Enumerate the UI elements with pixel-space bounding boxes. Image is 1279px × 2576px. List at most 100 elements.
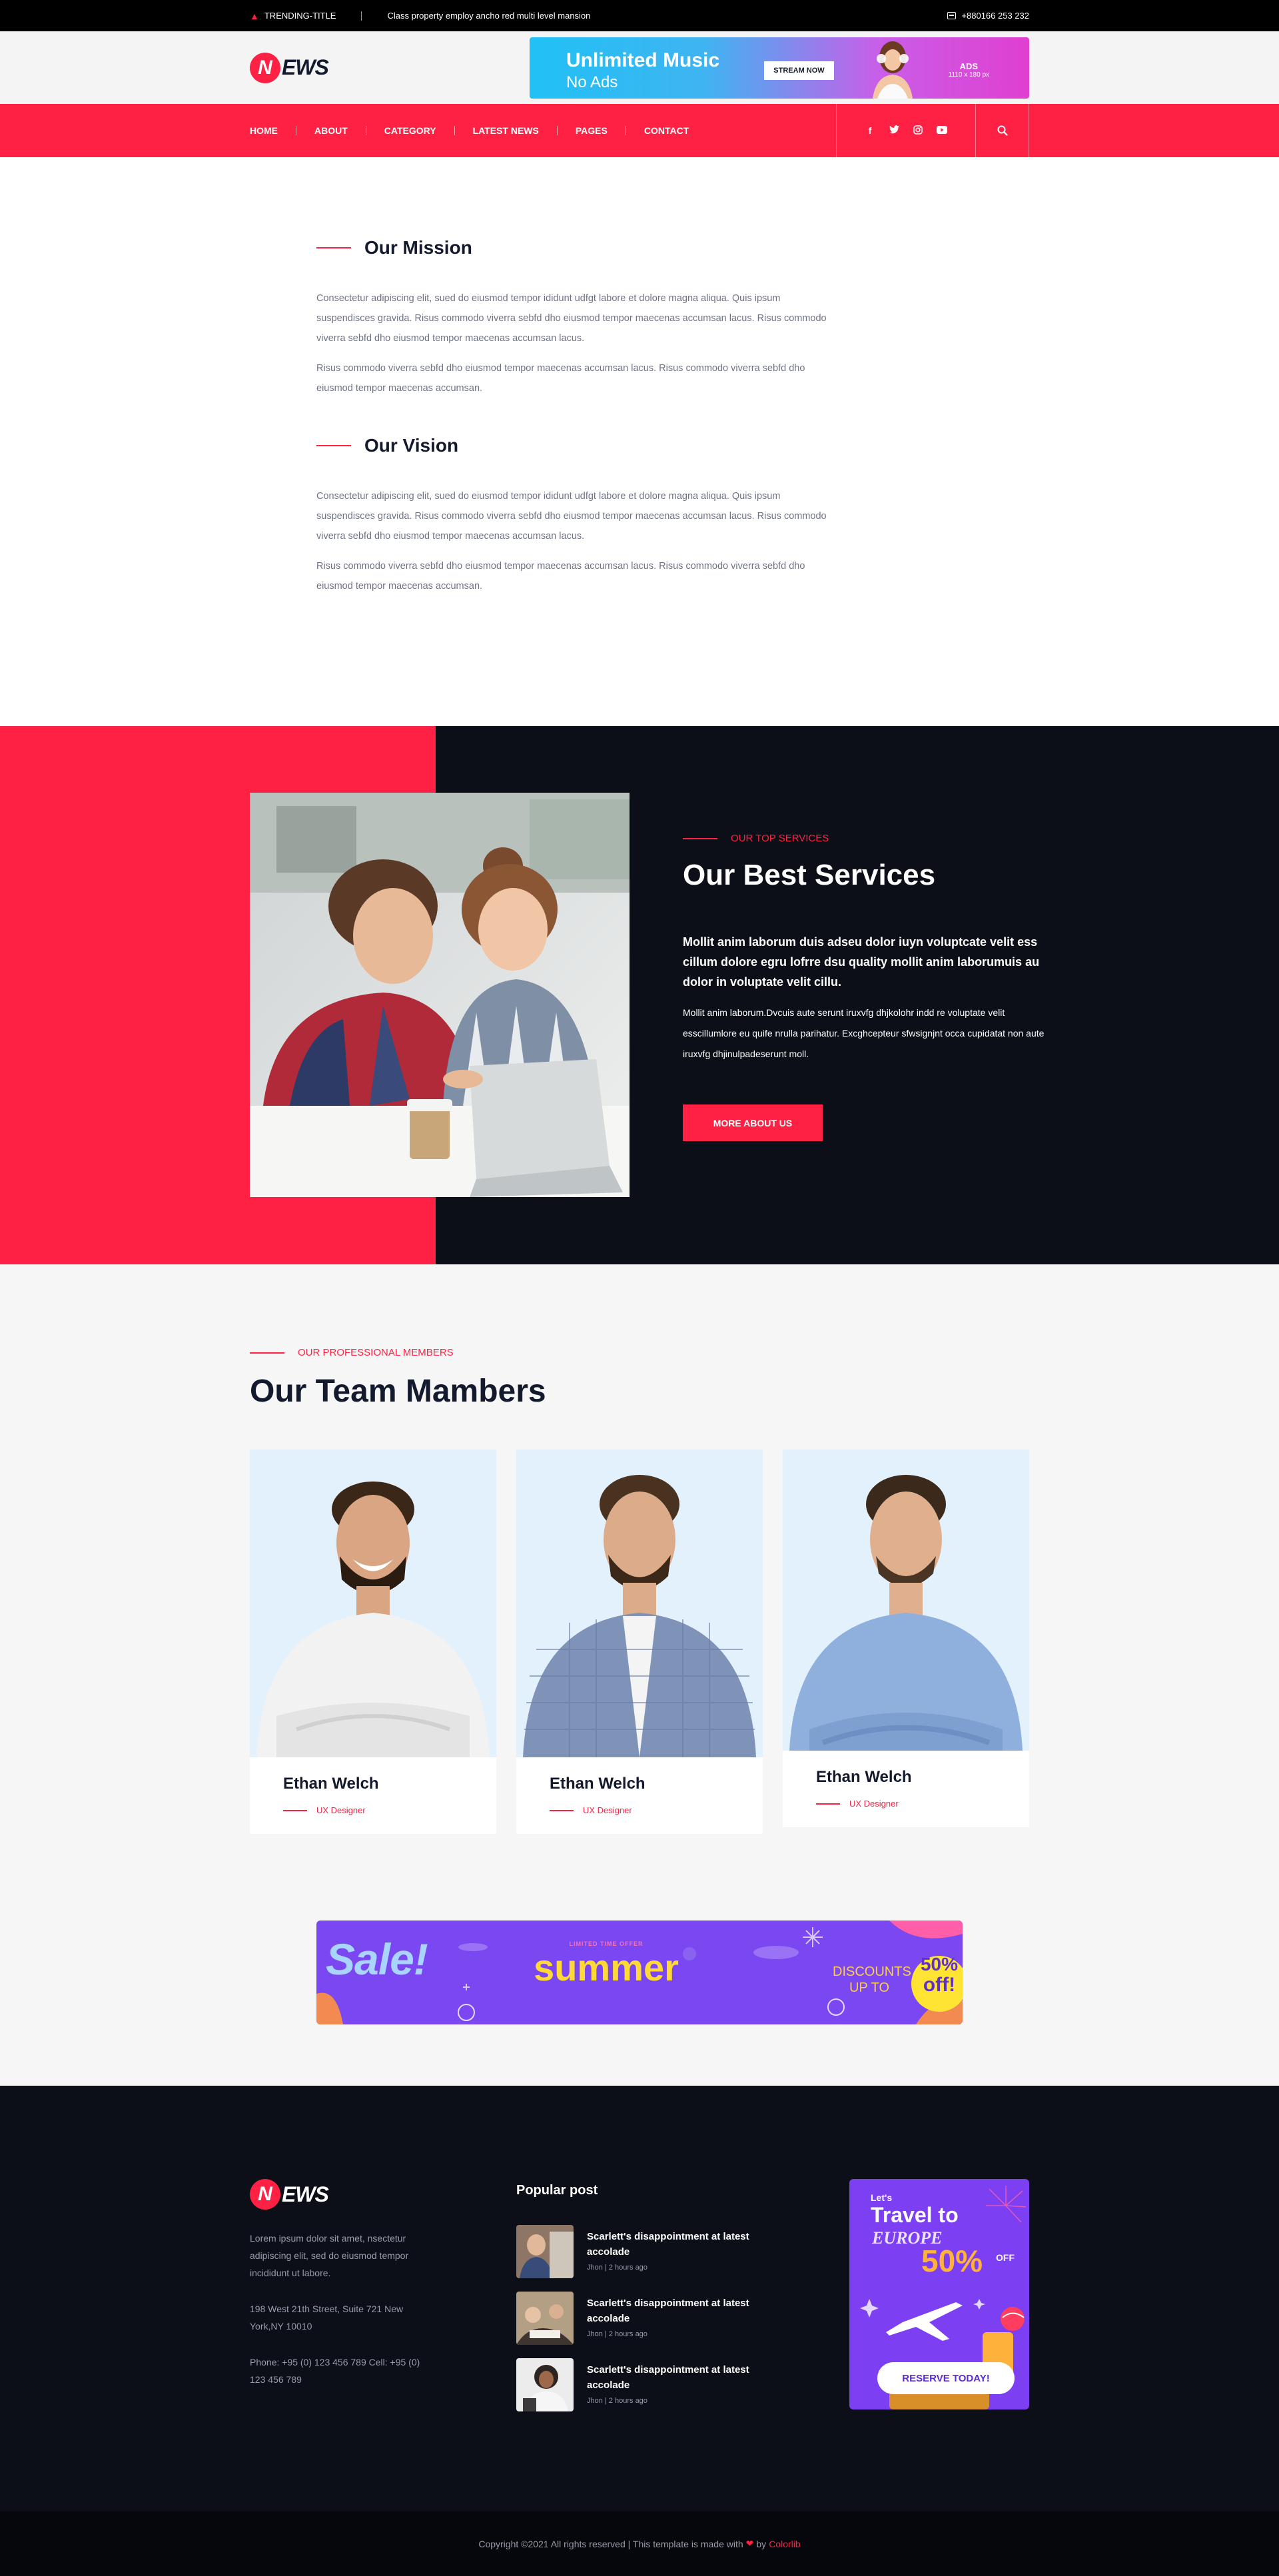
team-kicker-text: OUR PROFESSIONAL MEMBERS	[298, 1347, 454, 1358]
team-kicker: OUR PROFESSIONAL MEMBERS	[250, 1347, 1029, 1358]
ad-model-image	[873, 41, 913, 99]
ad-percent: 50%	[921, 2244, 983, 2278]
member-caption: Ethan Welch UX Designer	[250, 1757, 496, 1834]
services-lead: Mollit anim laborum duis adseu dolor iuy…	[683, 935, 1040, 989]
sale-percent: 50%	[920, 1954, 959, 1974]
trending-label: TRENDING-TITLE	[264, 11, 336, 21]
mission-block: Our Mission Consectetur adipiscing elit,…	[316, 237, 829, 398]
vision-paragraph-1: Consectetur adipiscing elit, sued do eiu…	[316, 491, 827, 542]
services-description: Mollit anim laborum.Dvcuis aute serunt i…	[683, 1007, 1045, 1059]
team-section: OUR PROFESSIONAL MEMBERS Our Team Mamber…	[0, 1264, 1279, 1921]
vision-heading: Our Vision	[316, 435, 829, 456]
nav-about[interactable]: ABOUT	[314, 125, 348, 136]
copyright-text: Copyright ©2021 All rights reserved | Th…	[478, 2538, 743, 2549]
accent-line	[550, 1809, 574, 1811]
footer-phone: Phone: +95 (0) 123 456 789 Cell: +95 (0)…	[250, 2357, 420, 2385]
sale-section: Sale! LIMITED TIME OFFER summer DISCOUNT…	[0, 1921, 1279, 2086]
ad-label-text: ADS	[959, 61, 979, 71]
more-about-us-button[interactable]: MORE ABOUT US	[683, 1104, 823, 1141]
member-role-text: UX Designer	[849, 1799, 899, 1809]
popular-post-item[interactable]: Scarlett's disappointment at latest acco…	[516, 2225, 849, 2278]
accent-line	[316, 247, 351, 248]
ad-label: ADS 1110 x 180 px	[949, 61, 989, 79]
post-thumbnail	[516, 2358, 574, 2411]
ad-lets: Let's	[871, 2192, 893, 2203]
post-title[interactable]: Scarlett's disappointment at latest acco…	[587, 2229, 760, 2260]
post-title[interactable]: Scarlett's disappointment at latest acco…	[587, 2362, 760, 2393]
team-grid: Ethan Welch UX Designer Ethan Welch UX D…	[250, 1450, 1029, 1834]
header: N EWS Unlimited Music No Ads STREAM NOW …	[0, 31, 1279, 104]
header-ad-banner[interactable]: Unlimited Music No Ads STREAM NOW ADS 11…	[530, 37, 1029, 99]
services-section: OUR TOP SERVICES Our Best Services Molli…	[0, 726, 1279, 1264]
member-caption: Ethan Welch UX Designer	[783, 1751, 1029, 1827]
nav-right: f	[836, 104, 1029, 157]
youtube-icon[interactable]	[937, 125, 947, 136]
team-member-card[interactable]: Ethan Welch UX Designer	[783, 1450, 1029, 1827]
services-kicker-text: OUR TOP SERVICES	[731, 833, 829, 844]
team-member-card[interactable]: Ethan Welch UX Designer	[250, 1450, 496, 1834]
post-meta: Jhon | 2 hours ago	[587, 2264, 647, 2272]
vision-paragraph-2: Risus commodo viverra sebfd dho eiusmod …	[316, 561, 805, 592]
instagram-icon[interactable]	[913, 125, 923, 137]
member-role: UX Designer	[283, 1805, 463, 1815]
member-name: Ethan Welch	[550, 1775, 645, 1793]
services-text: OUR TOP SERVICES Our Best Services Molli…	[683, 833, 1056, 1141]
footer-about: N EWS Lorem ipsum dolor sit amet, nsecte…	[250, 2179, 516, 2425]
phone-info: +880166 253 232	[947, 11, 1029, 21]
accent-line	[250, 1352, 284, 1354]
mission-heading: Our Mission	[316, 237, 829, 258]
top-bar: ▲ TRENDING-TITLE Class property employ a…	[0, 0, 1279, 31]
logo[interactable]: N EWS	[250, 52, 329, 83]
nav-pages[interactable]: PAGES	[576, 125, 608, 136]
member-name: Ethan Welch	[816, 1768, 912, 1786]
nav-latest-news[interactable]: LATEST NEWS	[473, 125, 539, 136]
post-title[interactable]: Scarlett's disappointment at latest acco…	[587, 2296, 760, 2326]
post-meta: Jhon | 2 hours ago	[587, 2330, 647, 2338]
team-member-card[interactable]: Ethan Welch UX Designer	[516, 1450, 763, 1834]
accent-line	[283, 1809, 307, 1811]
team-title: Our Team Mambers	[250, 1374, 546, 1409]
member-role: UX Designer	[550, 1805, 729, 1815]
accent-line	[816, 1803, 840, 1805]
search-icon	[997, 125, 1008, 136]
nav-contact[interactable]: CONTACT	[644, 125, 689, 136]
popular-post-item[interactable]: Scarlett's disappointment at latest acco…	[516, 2292, 849, 2345]
logo-text: EWS	[282, 55, 329, 79]
twitter-icon[interactable]	[889, 125, 899, 136]
about-section: Our Mission Consectetur adipiscing elit,…	[0, 157, 1279, 726]
ad-subtitle: No Ads	[566, 73, 618, 91]
sale-season: summer	[534, 1946, 679, 1988]
travel-ad[interactable]: Let's Travel to EUROPE 50% OFF RESERVE T…	[849, 2179, 1029, 2409]
menu: HOME ABOUT CATEGORY LATEST NEWS PAGES CO…	[250, 125, 689, 136]
social-links: f	[836, 104, 976, 157]
mission-title: Our Mission	[364, 237, 472, 258]
calendar-icon	[947, 12, 957, 19]
member-role-text: UX Designer	[583, 1805, 632, 1815]
colorlib-link[interactable]: Colorlib	[769, 2539, 800, 2549]
reserve-today-button[interactable]: RESERVE TODAY!	[877, 2362, 1015, 2394]
trending: ▲ TRENDING-TITLE	[250, 11, 336, 21]
divider	[556, 126, 558, 135]
nav-category[interactable]: CATEGORY	[384, 125, 436, 136]
services-title: Our Best Services	[683, 859, 936, 891]
mission-paragraph-1: Consectetur adipiscing elit, sued do eiu…	[316, 293, 827, 344]
logo-n: N	[250, 52, 280, 83]
search-button[interactable]	[976, 104, 1029, 157]
post-meta: Jhon | 2 hours ago	[587, 2397, 647, 2405]
nav-home[interactable]: HOME	[250, 125, 278, 136]
popular-post-item[interactable]: Scarlett's disappointment at latest acco…	[516, 2358, 849, 2411]
copyright-bar: Copyright ©2021 All rights reserved | Th…	[0, 2511, 1279, 2576]
trending-text[interactable]: Class property employ ancho red multi le…	[387, 11, 590, 21]
stream-now-button[interactable]: STREAM NOW	[764, 61, 834, 80]
ad-off: OFF	[996, 2252, 1015, 2263]
divider	[361, 11, 362, 21]
copyright-by: by	[756, 2538, 767, 2549]
facebook-icon[interactable]: f	[865, 125, 875, 136]
services-photo	[250, 793, 630, 1197]
post-thumbnail	[516, 2292, 574, 2345]
member-role: UX Designer	[816, 1799, 996, 1809]
summer-sale-banner[interactable]: Sale! LIMITED TIME OFFER summer DISCOUNT…	[316, 1921, 963, 2024]
phone-number: +880166 253 232	[961, 11, 1029, 21]
footer-logo[interactable]: N EWS	[250, 2179, 516, 2210]
accent-line	[683, 837, 717, 839]
